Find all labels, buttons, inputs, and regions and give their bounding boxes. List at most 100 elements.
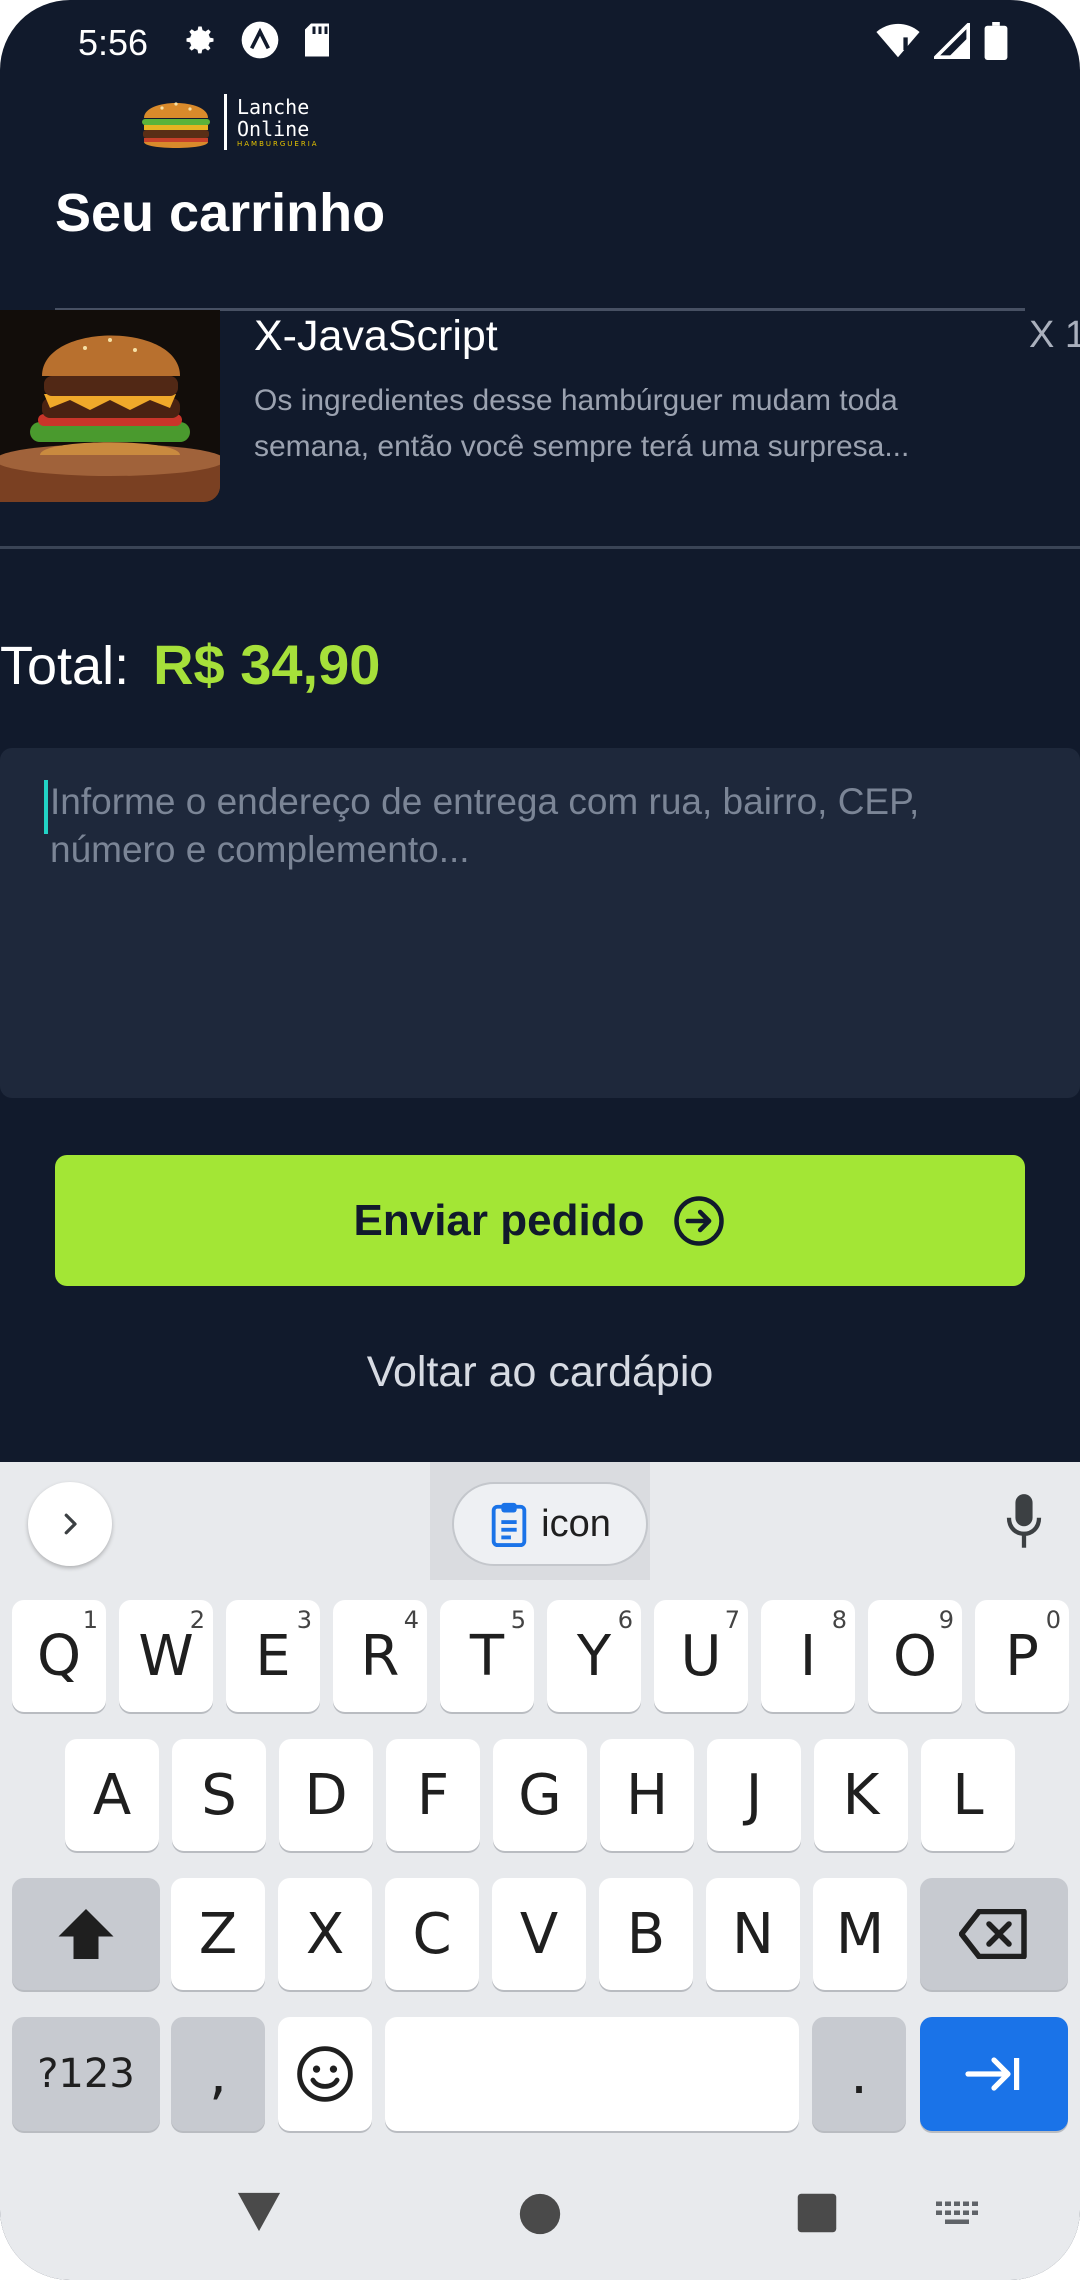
- tab-next-icon: [965, 2057, 1020, 2091]
- key-label: N: [732, 1901, 774, 1967]
- clipboard-icon: [491, 1502, 527, 1547]
- key-number-hint: 2: [189, 1606, 205, 1634]
- recents-square-icon[interactable]: [796, 2192, 838, 2234]
- address-textarea[interactable]: Informe o endereço de entrega com rua, b…: [0, 748, 1080, 1098]
- battery-icon: [984, 22, 1008, 60]
- microphone-icon[interactable]: [1002, 1492, 1046, 1552]
- key-label: Y: [576, 1623, 612, 1689]
- keyboard-hide-icon[interactable]: [934, 2200, 980, 2230]
- key-label: U: [680, 1623, 722, 1689]
- symbols-key[interactable]: ?123: [12, 2017, 160, 2131]
- total-value: R$ 34,90: [153, 633, 381, 696]
- key-label: K: [842, 1762, 880, 1828]
- key-label: M: [835, 1901, 885, 1967]
- item-quantity: X 1: [1028, 314, 1080, 356]
- key-o[interactable]: O9: [868, 1600, 962, 1712]
- app-logo: Lanche Online HAMBURGUERIA: [138, 92, 319, 152]
- key-x[interactable]: X: [278, 1878, 372, 1990]
- key-label: P: [1005, 1623, 1039, 1689]
- item-image: [0, 310, 220, 502]
- home-circle-icon[interactable]: [518, 2192, 562, 2236]
- clipboard-suggestion-chip[interactable]: icon: [452, 1482, 648, 1566]
- key-s[interactable]: S: [172, 1739, 266, 1851]
- send-order-label: Enviar pedido: [353, 1195, 645, 1245]
- send-order-button[interactable]: Enviar pedido: [55, 1155, 1025, 1286]
- key-h[interactable]: H: [600, 1739, 694, 1851]
- key-m[interactable]: M: [813, 1878, 907, 1990]
- key-label: I: [799, 1623, 817, 1689]
- chevron-right-icon: [64, 1513, 77, 1535]
- period-key[interactable]: .: [812, 2017, 906, 2131]
- total-row: Total: R$ 34,90: [0, 632, 380, 697]
- arrow-circle-right-icon: [674, 1195, 725, 1246]
- text-cursor: [44, 780, 48, 834]
- key-r[interactable]: R4: [333, 1600, 427, 1712]
- status-bar: 5:56: [0, 0, 1080, 86]
- comma-key[interactable]: ,: [171, 2017, 265, 2131]
- key-label: X: [305, 1901, 345, 1967]
- item-divider: [0, 546, 1080, 549]
- on-screen-keyboard: icon Q1W2E3R4T5Y6U7I8O9P0 ASDFGHJKL ZXCV…: [0, 1462, 1080, 2280]
- emoji-key[interactable]: [278, 2017, 372, 2131]
- key-k[interactable]: K: [814, 1739, 908, 1851]
- key-label: O: [892, 1623, 938, 1689]
- key-v[interactable]: V: [492, 1878, 586, 1990]
- key-p[interactable]: P0: [975, 1600, 1069, 1712]
- backspace-icon: [959, 1909, 1027, 1959]
- key-l[interactable]: L: [921, 1739, 1015, 1851]
- key-u[interactable]: U7: [654, 1600, 748, 1712]
- back-triangle-icon[interactable]: [236, 2190, 282, 2234]
- keyboard-expand-button[interactable]: [28, 1482, 112, 1566]
- status-icons-left: [182, 20, 332, 60]
- address-placeholder: Informe o endereço de entrega com rua, b…: [50, 781, 951, 870]
- key-number-hint: 4: [403, 1606, 419, 1634]
- key-label: L: [952, 1762, 984, 1828]
- key-y[interactable]: Y6: [547, 1600, 641, 1712]
- logo-tagline: HAMBURGUERIA: [237, 140, 319, 148]
- key-number-hint: 0: [1045, 1606, 1061, 1634]
- key-n[interactable]: N: [706, 1878, 800, 1990]
- key-label: Z: [198, 1901, 238, 1967]
- key-d[interactable]: D: [279, 1739, 373, 1851]
- key-label: A: [92, 1762, 132, 1828]
- backspace-key[interactable]: [920, 1878, 1068, 1990]
- emoji-icon: [297, 2046, 353, 2102]
- back-to-menu-link[interactable]: Voltar ao cardápio: [0, 1348, 1080, 1397]
- item-name: X-JavaScript: [254, 312, 498, 360]
- key-t[interactable]: T5: [440, 1600, 534, 1712]
- key-label: B: [626, 1901, 666, 1967]
- key-label: T: [469, 1623, 505, 1689]
- shift-key[interactable]: [12, 1878, 160, 1990]
- key-c[interactable]: C: [385, 1878, 479, 1990]
- shift-icon: [58, 1909, 114, 1959]
- key-label: S: [201, 1762, 237, 1828]
- key-number-hint: 9: [938, 1606, 954, 1634]
- cart-item: X-JavaScript X 1 Os ingredientes desse h…: [0, 310, 1080, 548]
- key-number-hint: 8: [831, 1606, 847, 1634]
- key-label: V: [519, 1901, 559, 1967]
- key-number-hint: 7: [724, 1606, 740, 1634]
- logo-wordmark: Lanche Online HAMBURGUERIA: [237, 96, 319, 148]
- key-f[interactable]: F: [386, 1739, 480, 1851]
- key-b[interactable]: B: [599, 1878, 693, 1990]
- keyboard-toolbar: icon: [0, 1462, 1080, 1580]
- key-q[interactable]: Q1: [12, 1600, 106, 1712]
- app-logo-icon: [241, 21, 279, 59]
- burger-icon: [142, 102, 210, 148]
- total-label: Total:: [0, 636, 130, 696]
- status-time: 5:56: [78, 22, 149, 63]
- key-a[interactable]: A: [65, 1739, 159, 1851]
- key-w[interactable]: W2: [119, 1600, 213, 1712]
- status-icons-right: [876, 22, 1008, 60]
- key-z[interactable]: Z: [171, 1878, 265, 1990]
- logo-separator: [224, 94, 227, 150]
- key-i[interactable]: I8: [761, 1600, 855, 1712]
- key-g[interactable]: G: [493, 1739, 587, 1851]
- key-j[interactable]: J: [707, 1739, 801, 1851]
- enter-key[interactable]: [920, 2017, 1068, 2131]
- key-label: G: [518, 1762, 562, 1828]
- key-e[interactable]: E3: [226, 1600, 320, 1712]
- space-key[interactable]: [385, 2017, 799, 2131]
- key-label: D: [304, 1762, 348, 1828]
- key-number-hint: 3: [296, 1606, 312, 1634]
